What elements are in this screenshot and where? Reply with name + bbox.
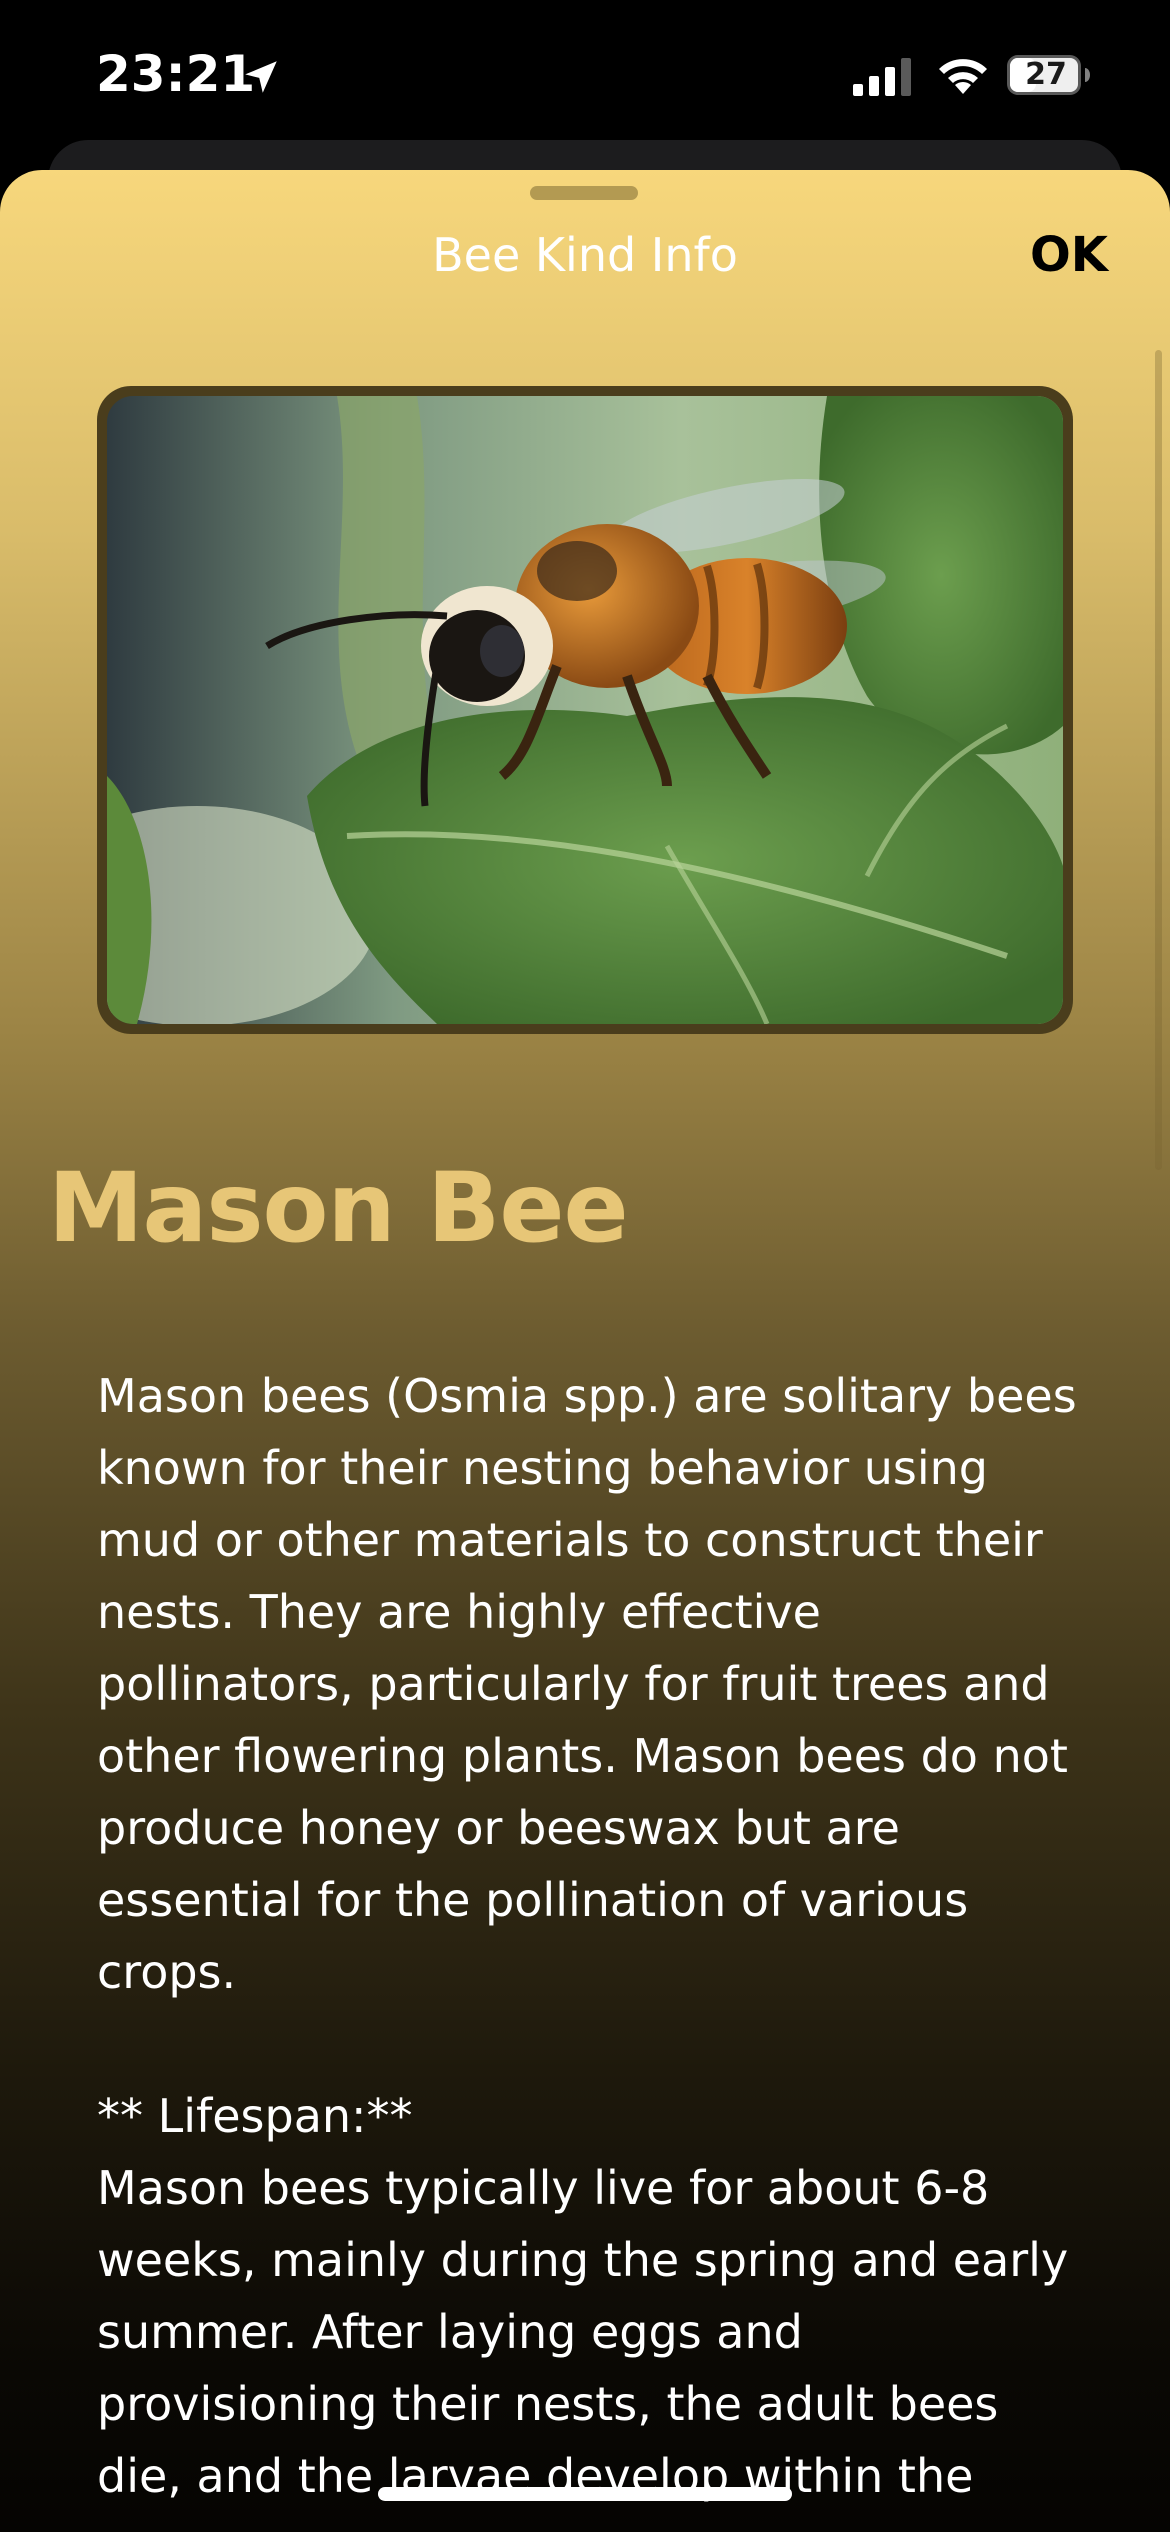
bee-photo-frame — [97, 386, 1073, 1034]
bee-photo — [107, 396, 1063, 1024]
sheet-grabber[interactable] — [530, 186, 638, 200]
battery-level: 27 — [1025, 57, 1067, 92]
sheet-title: Bee Kind Info — [432, 228, 738, 282]
bee-kind-info-sheet: Bee Kind Info OK Mason Bee Mason bees (O… — [0, 170, 1170, 2532]
home-indicator[interactable] — [378, 2487, 792, 2501]
cellular-signal-icon — [853, 58, 911, 96]
status-time: 23:21 — [96, 45, 256, 103]
scroll-indicator[interactable] — [1155, 350, 1162, 1170]
screen: 23:21 27 Bee Kind Info OK Mason Bee Maso… — [0, 0, 1170, 2532]
ok-button[interactable]: OK — [1030, 223, 1140, 287]
status-bar: 23:21 27 — [0, 0, 1170, 150]
wifi-icon — [939, 59, 987, 94]
location-arrow-icon — [245, 61, 277, 93]
bee-description: Mason bees (Osmia spp.) are solitary bee… — [97, 1369, 1077, 2503]
mason-bee-image — [107, 396, 1063, 1024]
bee-kind-name: Mason Bee — [48, 1152, 629, 1264]
